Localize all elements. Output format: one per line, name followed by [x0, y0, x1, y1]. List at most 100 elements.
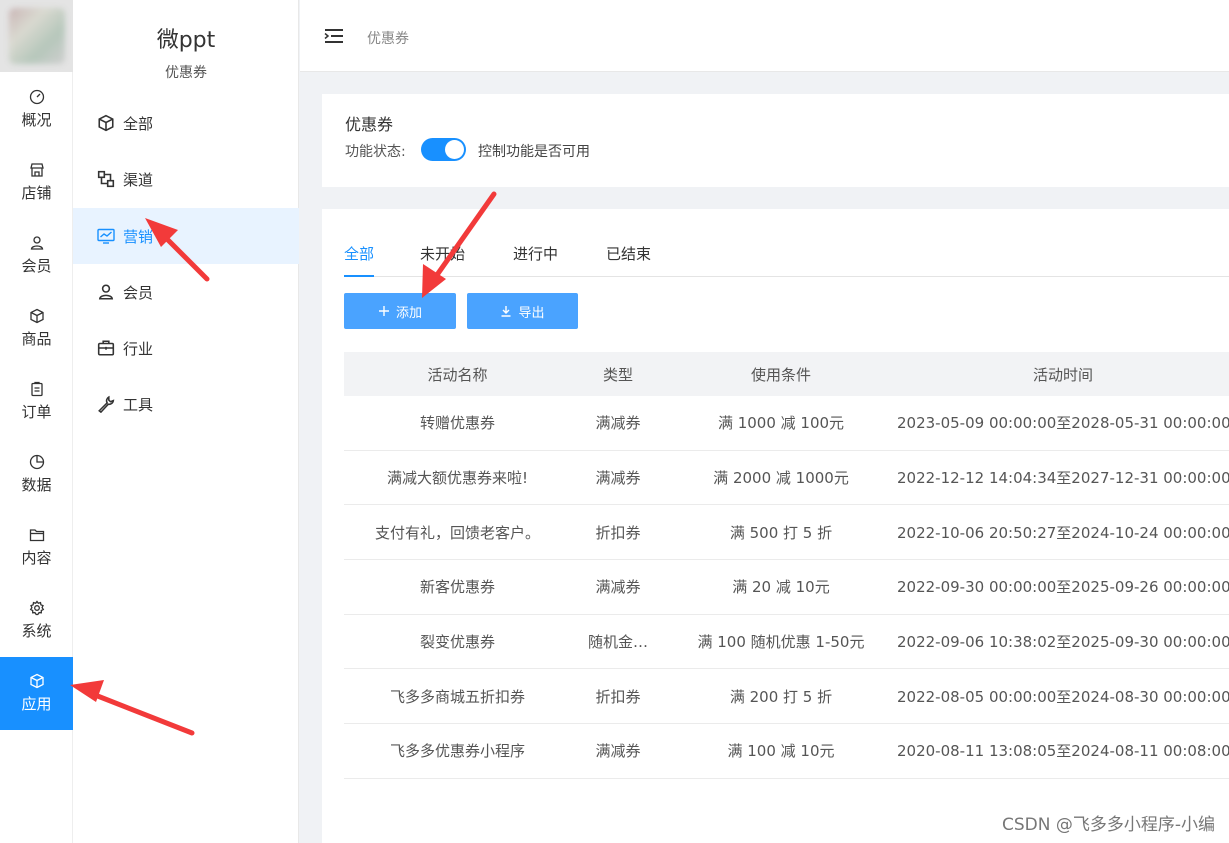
cell-name: 支付有礼，回馈老客户。 — [374, 523, 540, 542]
cell-type: 满减券 — [595, 578, 641, 597]
cube-icon — [29, 673, 44, 689]
pie-icon — [29, 454, 44, 470]
breadcrumb[interactable]: 优惠券 — [367, 28, 409, 48]
rail-item-orders[interactable]: 订单 — [0, 365, 73, 438]
cell-time: 2022-09-30 00:00:00至2025-09-26 00:00:00 — [897, 578, 1229, 597]
feature-toggle[interactable] — [421, 138, 466, 161]
cell-type: 满减券 — [595, 469, 641, 488]
rail-item-label: 商品 — [21, 330, 52, 348]
folder-icon — [29, 529, 44, 542]
table-row[interactable]: 裂变优惠券 随机金… 满 100 随机优惠 1-50元 2022-09-06 10:3… — [344, 615, 1229, 670]
rail-item-members[interactable]: 会员 — [0, 219, 73, 292]
user-icon — [98, 284, 114, 300]
rail-item-label: 系统 — [21, 622, 52, 640]
column-header-name[interactable]: 活动名称 — [344, 364, 571, 385]
rail-item-label: 内容 — [21, 549, 52, 567]
app-subtitle: 优惠券 — [165, 65, 207, 81]
table-row[interactable]: 满减大额优惠券来啦! 满减券 满 2000 减 1000元 2022-12-12 14… — [344, 451, 1229, 506]
tab-all[interactable]: 全部 — [344, 244, 375, 277]
submenu-item-label: 营销 — [123, 227, 154, 246]
rail-item-products[interactable]: 商品 — [0, 292, 73, 365]
column-header-condition[interactable]: 使用条件 — [665, 364, 897, 385]
cell-condition: 满 2000 减 1000元 — [713, 469, 849, 488]
feature-title: 优惠券 — [345, 115, 394, 134]
feature-status-card: 优惠券 功能状态: 控制功能是否可用 — [322, 94, 1229, 187]
icon-rail: 概况 店铺 会员 商品 订单 数据 内容 系统 应用 — [0, 0, 73, 843]
submenu-item-label: 全部 — [123, 114, 154, 133]
table-header: 活动名称 类型 使用条件 活动时间 — [344, 352, 1229, 396]
rail-item-content[interactable]: 内容 — [0, 511, 73, 584]
monitor-chart-icon — [97, 228, 115, 244]
channel-icon — [97, 170, 115, 188]
submenu-item-label: 行业 — [123, 339, 154, 358]
table-row[interactable]: 飞多多优惠券小程序 满减券 满 100 减 10元 2020-08-11 13:08:… — [344, 724, 1229, 779]
cell-type: 随机金… — [587, 633, 648, 652]
table-row[interactable]: 新客优惠券 满减券 满 20 减 10元 2022-09-30 00:00:00至20… — [344, 560, 1229, 615]
submenu-item-industry[interactable]: 行业 — [73, 320, 299, 376]
coupon-table: 活动名称 类型 使用条件 活动时间 转赠优惠券 满减券满 1000 减 100元 2… — [344, 352, 1229, 779]
cell-condition: 满 100 减 10元 — [727, 742, 835, 761]
cell-name: 转赠优惠券 — [419, 414, 495, 433]
table-row[interactable]: 转赠优惠券 满减券 满 1000 减 100元 2023-05-09 00:00:00… — [344, 396, 1229, 451]
column-header-type[interactable]: 类型 — [571, 364, 665, 385]
top-header: 优惠券 — [300, 0, 1229, 72]
export-button-label: 导出 — [518, 305, 545, 321]
cell-name: 裂变优惠券 — [419, 633, 495, 652]
store-icon — [29, 163, 44, 177]
user-icon — [30, 236, 43, 250]
gauge-icon — [29, 89, 44, 105]
cell-condition: 满 200 打 5 折 — [729, 687, 833, 706]
toggle-description: 控制功能是否可用 — [478, 144, 590, 160]
submenu-item-label: 渠道 — [123, 170, 154, 189]
rail-item-label: 店铺 — [21, 184, 52, 202]
cell-name: 新客优惠券 — [419, 578, 495, 597]
cell-name: 飞多多商城五折扣券 — [389, 687, 525, 706]
cell-type: 折扣券 — [595, 523, 641, 542]
cell-time: 2022-09-06 10:38:02至2025-09-30 00:00:00 — [897, 633, 1229, 652]
clipboard-icon — [30, 381, 43, 397]
submenu-item-marketing[interactable]: 营销 — [73, 208, 299, 264]
submenu-item-label: 工具 — [123, 395, 154, 414]
cell-time: 2023-05-09 00:00:00至2028-05-31 00:00:00 — [897, 414, 1229, 433]
briefcase-icon — [97, 340, 115, 356]
cell-name: 飞多多优惠券小程序 — [389, 742, 525, 761]
submenu-item-members[interactable]: 会员 — [73, 264, 299, 320]
column-header-time[interactable]: 活动时间 — [897, 364, 1229, 385]
rail-item-system[interactable]: 系统 — [0, 584, 73, 657]
table-body: 转赠优惠券 满减券满 1000 减 100元 2023-05-09 00:00:00… — [344, 396, 1229, 779]
rail-item-overview[interactable]: 概况 — [0, 73, 73, 146]
cell-condition: 满 1000 减 100元 — [717, 414, 845, 433]
table-row[interactable]: 飞多多商城五折扣券 折扣券 满 200 打 5 折 2022-08-05 00:00:… — [344, 669, 1229, 725]
cell-condition: 满 100 随机优惠 1-50元 — [697, 633, 865, 652]
rail-item-apps[interactable]: 应用 — [0, 657, 73, 730]
submenu-item-label: 会员 — [123, 283, 154, 302]
table-row[interactable]: 支付有礼，回馈老客户。 折扣券 满 500 打 5 折 2022-10-06 20:5… — [344, 505, 1229, 561]
tab-in-progress[interactable]: 进行中 — [513, 244, 558, 277]
cell-type: 满减券 — [595, 742, 641, 761]
cell-condition: 满 500 打 5 折 — [729, 523, 833, 542]
tab-ended[interactable]: 已结束 — [606, 244, 651, 277]
toggle-knob — [445, 140, 464, 159]
tab-not-started[interactable]: 未开始 — [420, 244, 465, 277]
menu-fold-icon[interactable] — [324, 28, 344, 44]
rail-item-data[interactable]: 数据 — [0, 438, 73, 511]
cell-name: 满减大额优惠券来啦! — [386, 469, 528, 488]
submenu-item-all[interactable]: 全部 — [73, 95, 299, 151]
add-button-label: 添加 — [395, 305, 422, 321]
box-icon — [29, 308, 44, 324]
coupon-list-card: 全部 未开始 进行中 已结束 添加 导出 活动名称 类型 使用条件 活动时间 转… — [322, 209, 1229, 843]
rail-item-store[interactable]: 店铺 — [0, 146, 73, 219]
plus-icon — [378, 306, 389, 316]
status-label: 功能状态: — [345, 144, 406, 160]
gear-icon — [29, 600, 44, 616]
watermark: CSDN @飞多多小程序-小编 — [1001, 815, 1215, 835]
rail-item-label: 会员 — [21, 257, 52, 275]
avatar[interactable] — [0, 0, 73, 72]
cell-type: 满减券 — [595, 414, 641, 433]
submenu-item-channel[interactable]: 渠道 — [73, 151, 299, 207]
add-button[interactable]: 添加 — [344, 293, 456, 329]
submenu-item-tools[interactable]: 工具 — [73, 376, 299, 432]
cell-time: 2022-10-06 20:50:27至2024-10-24 00:00:00 — [897, 523, 1229, 542]
cell-time: 2022-12-12 14:04:34至2027-12-31 00:00:00 — [897, 469, 1229, 488]
export-button[interactable]: 导出 — [467, 293, 578, 329]
